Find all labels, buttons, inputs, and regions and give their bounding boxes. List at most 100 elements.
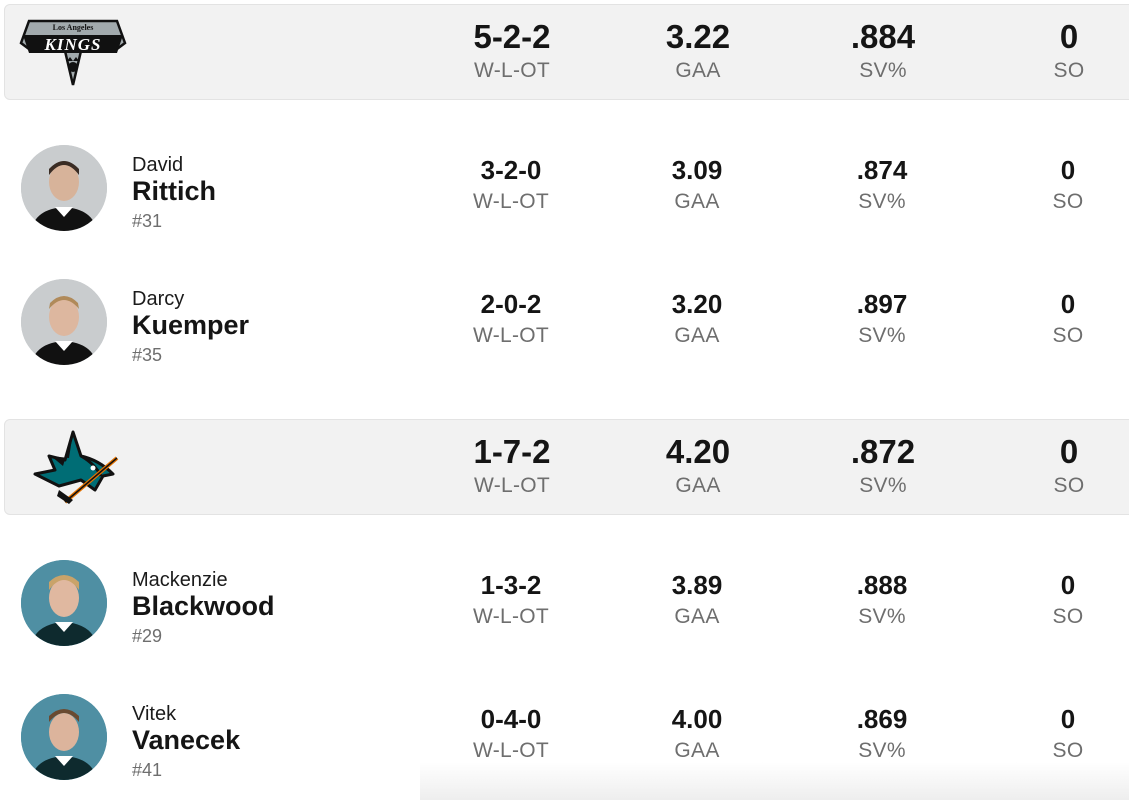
player-avatar [21, 145, 107, 231]
player-sv-value: .888 [856, 570, 908, 600]
player-photo-icon [21, 145, 107, 231]
player-so-value: 0 [1060, 704, 1076, 734]
player-record-value: 0-4-0 [480, 704, 542, 734]
sv-label: SV% [858, 324, 906, 347]
record-label: W-L-OT [472, 324, 550, 347]
player-sv: .869 SV% [802, 705, 962, 763]
player-sv-value: .897 [856, 289, 908, 319]
player-last-name: Kuemper [132, 310, 250, 340]
player-number: #31 [132, 211, 163, 231]
so-label: SO [1052, 739, 1084, 762]
player-avatar [21, 694, 107, 780]
player-so: 0 SO [988, 156, 1129, 214]
record-label: W-L-OT [473, 59, 551, 82]
team-sv-value: .872 [850, 433, 916, 470]
player-so: 0 SO [988, 571, 1129, 629]
player-name: Darcy Kuemper #35 [132, 288, 249, 368]
player-sv-value: .869 [856, 704, 908, 734]
record-label: W-L-OT [472, 605, 550, 628]
player-record: 2-0-2 W-L-OT [431, 290, 591, 348]
team-record-value: 5-2-2 [473, 18, 551, 55]
player-sv: .874 SV% [802, 156, 962, 214]
player-record: 3-2-0 W-L-OT [431, 156, 591, 214]
sv-label: SV% [858, 739, 906, 762]
player-avatar [21, 279, 107, 365]
team-record: 5-2-2 W-L-OT [432, 19, 592, 83]
team-so: 0 SO [989, 434, 1129, 498]
player-gaa: 3.09 GAA [617, 156, 777, 214]
team-sv: .872 SV% [803, 434, 963, 498]
goalie-row-kuemper[interactable]: Darcy Kuemper #35 2-0-2 W-L-OT 3.20 GAA … [0, 272, 1129, 372]
svg-text:KINGS: KINGS [44, 35, 102, 54]
gaa-label: GAA [674, 324, 720, 347]
player-sv: .888 SV% [802, 571, 962, 629]
sv-label: SV% [859, 474, 907, 497]
sv-label: SV% [858, 605, 906, 628]
player-gaa: 4.00 GAA [617, 705, 777, 763]
player-photo-icon [21, 694, 107, 780]
team-gaa-value: 3.22 [665, 18, 731, 55]
gaa-label: GAA [674, 739, 720, 762]
team-row-kings[interactable]: Los Angeles KINGS 5-2-2 W-L-OT 3.22 GAA … [4, 4, 1129, 100]
team-record-value: 1-7-2 [473, 433, 551, 470]
gaa-label: GAA [674, 605, 720, 628]
player-last-name: Blackwood [132, 591, 275, 621]
team-so: 0 SO [989, 19, 1129, 83]
player-gaa: 3.20 GAA [617, 290, 777, 348]
player-first-name: Mackenzie [132, 569, 228, 591]
team-gaa: 4.20 GAA [618, 434, 778, 498]
player-last-name: Vanecek [132, 725, 241, 755]
team-row-sharks[interactable]: 1-7-2 W-L-OT 4.20 GAA .872 SV% 0 SO [4, 419, 1129, 515]
player-so: 0 SO [988, 705, 1129, 763]
record-label: W-L-OT [473, 474, 551, 497]
player-photo-icon [21, 279, 107, 365]
sv-label: SV% [858, 190, 906, 213]
bottom-fade-overlay [420, 762, 1129, 800]
goalie-row-blackwood[interactable]: Mackenzie Blackwood #29 1-3-2 W-L-OT 3.8… [0, 553, 1129, 653]
so-label: SO [1052, 324, 1084, 347]
player-name: David Rittich #31 [132, 154, 216, 234]
player-so-value: 0 [1060, 155, 1076, 185]
player-so-value: 0 [1060, 570, 1076, 600]
team-so-value: 0 [1059, 18, 1079, 55]
player-record-value: 3-2-0 [480, 155, 542, 185]
sharks-logo-icon [33, 430, 119, 504]
player-number: #35 [132, 345, 163, 365]
team-record: 1-7-2 W-L-OT [432, 434, 592, 498]
so-label: SO [1053, 474, 1085, 497]
so-label: SO [1053, 59, 1085, 82]
player-so: 0 SO [988, 290, 1129, 348]
team-gaa: 3.22 GAA [618, 19, 778, 83]
gaa-label: GAA [674, 190, 720, 213]
player-last-name: Rittich [132, 176, 216, 206]
player-first-name: Darcy [132, 288, 185, 310]
player-name: Vitek Vanecek #41 [132, 703, 240, 783]
player-gaa-value: 4.00 [671, 704, 723, 734]
so-label: SO [1052, 190, 1084, 213]
player-first-name: Vitek [132, 703, 177, 725]
player-name: Mackenzie Blackwood #29 [132, 569, 275, 649]
player-gaa: 3.89 GAA [617, 571, 777, 629]
record-label: W-L-OT [472, 739, 550, 762]
team-gaa-value: 4.20 [665, 433, 731, 470]
player-sv-value: .874 [856, 155, 908, 185]
sv-label: SV% [859, 59, 907, 82]
player-gaa-value: 3.09 [671, 155, 723, 185]
player-number: #29 [132, 626, 163, 646]
gaa-label: GAA [675, 59, 721, 82]
team-so-value: 0 [1059, 433, 1079, 470]
player-number: #41 [132, 760, 163, 780]
player-record-value: 2-0-2 [480, 289, 542, 319]
player-gaa-value: 3.89 [671, 570, 723, 600]
player-so-value: 0 [1060, 289, 1076, 319]
team-sv-value: .884 [850, 18, 916, 55]
player-record: 1-3-2 W-L-OT [431, 571, 591, 629]
so-label: SO [1052, 605, 1084, 628]
player-first-name: David [132, 154, 184, 176]
svg-text:Los Angeles: Los Angeles [53, 23, 94, 32]
player-record: 0-4-0 W-L-OT [431, 705, 591, 763]
gaa-label: GAA [675, 474, 721, 497]
player-gaa-value: 3.20 [671, 289, 723, 319]
goalie-row-rittich[interactable]: David Rittich #31 3-2-0 W-L-OT 3.09 GAA … [0, 138, 1129, 238]
player-sv: .897 SV% [802, 290, 962, 348]
